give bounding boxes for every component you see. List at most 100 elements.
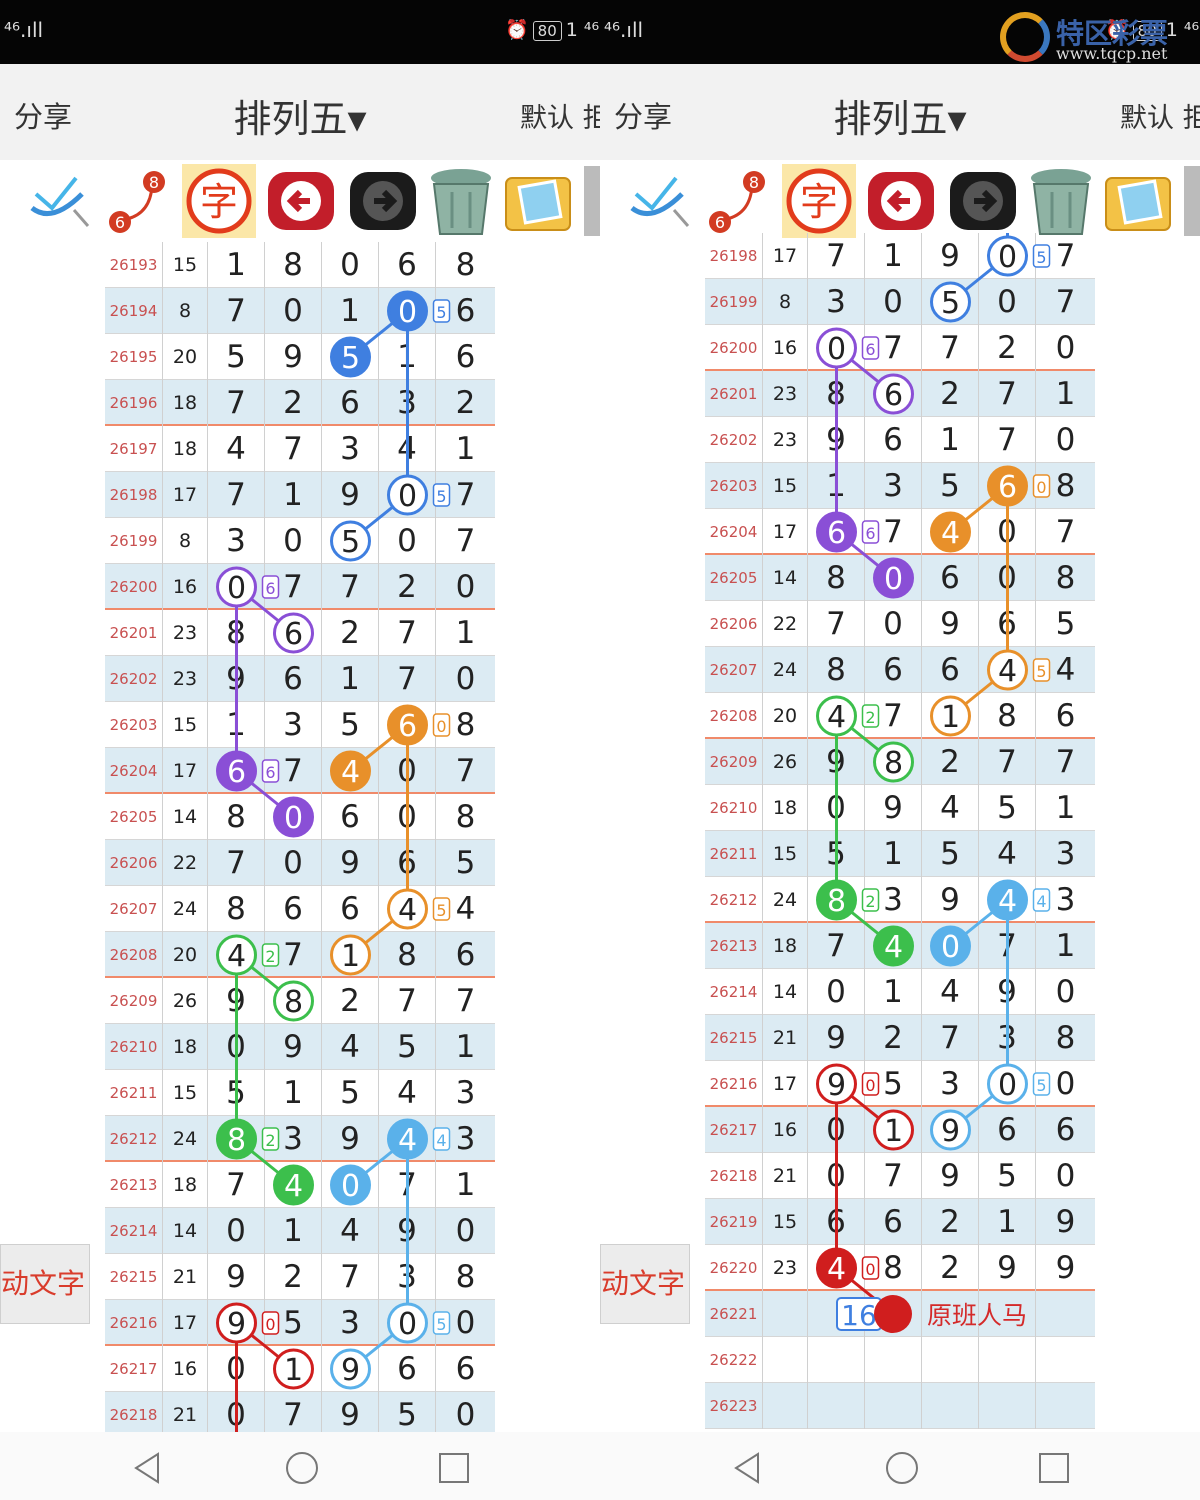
digit-cell[interactable]: 5 [379,1024,436,1070]
digit-cell[interactable]: 7 [265,932,322,978]
digit-cell[interactable]: 9 [322,1116,379,1162]
back-icon[interactable] [728,1448,768,1488]
digit-cell[interactable]: 1 [865,233,922,279]
digit-cell[interactable]: 4 [322,1208,379,1254]
digit-cell[interactable] [979,1383,1036,1429]
digit-cell[interactable]: 5 [208,334,265,380]
digit-cell[interactable]: 1 [265,472,322,518]
digit-cell[interactable]: 1 [379,334,436,380]
digit-cell[interactable]: 6 [379,242,436,288]
digit-cell[interactable]: 6 [808,1199,865,1245]
digit-cell[interactable]: 5 [979,1153,1036,1199]
digit-cell[interactable]: 4 [979,831,1036,877]
digit-cell[interactable]: 0 [208,1346,265,1392]
digit-cell[interactable] [265,1346,322,1392]
digit-cell[interactable]: 9 [922,877,979,923]
digit-cell[interactable] [208,1300,265,1346]
lottery-type-selector[interactable]: 排列五▾ [0,88,600,143]
trash-icon[interactable] [424,164,498,238]
image-icon[interactable] [500,164,574,238]
digit-cell[interactable]: 3 [208,518,265,564]
number-pick-icon[interactable]: 86 [100,164,174,238]
digit-cell[interactable] [808,509,865,555]
digit-cell[interactable]: 0 [322,242,379,288]
digit-cell[interactable]: 4 [208,426,265,472]
digit-cell[interactable]: 9 [922,1153,979,1199]
digit-cell[interactable]: 5 [922,463,979,509]
digit-cell[interactable]: 1 [436,1024,495,1070]
digit-cell[interactable] [379,1116,436,1162]
digit-cell[interactable]: 6 [436,1346,495,1392]
digit-cell[interactable]: 5 [322,1070,379,1116]
digit-cell[interactable]: 0 [808,1107,865,1153]
digit-cell[interactable]: 6 [865,647,922,693]
digit-cell[interactable]: 7 [865,509,922,555]
digit-cell[interactable] [865,555,922,601]
digit-cell[interactable]: 6 [865,417,922,463]
digit-cell[interactable]: 8 [1036,1015,1095,1061]
digit-cell[interactable]: 0 [808,785,865,831]
digit-cell[interactable] [979,1337,1036,1383]
digit-cell[interactable]: 6 [265,656,322,702]
digit-cell[interactable] [322,518,379,564]
digit-cell[interactable]: 6 [379,1346,436,1392]
digit-cell[interactable]: 1 [808,463,865,509]
digit-cell[interactable]: 0 [865,601,922,647]
digit-cell[interactable]: 8 [208,610,265,656]
digit-cell[interactable] [322,748,379,794]
digit-cell[interactable]: 9 [865,785,922,831]
digit-cell[interactable] [1036,1337,1095,1383]
digit-cell[interactable]: 0 [1036,325,1095,371]
digit-cell[interactable]: 2 [922,371,979,417]
lottery-type-selector[interactable]: 排列五▾ [600,88,1200,143]
home-icon[interactable] [282,1448,322,1488]
digit-cell[interactable]: 1 [922,417,979,463]
digit-cell[interactable]: 9 [808,1015,865,1061]
digit-cell[interactable] [808,325,865,371]
digit-cell[interactable]: 5 [979,785,1036,831]
digit-cell[interactable]: 9 [208,1254,265,1300]
digit-cell[interactable]: 1 [436,426,495,472]
digit-cell[interactable]: 5 [865,1061,922,1107]
digit-cell[interactable]: 1 [1036,785,1095,831]
digit-cell[interactable] [265,978,322,1024]
digit-cell[interactable] [922,279,979,325]
digit-cell[interactable]: 8 [808,371,865,417]
digit-cell[interactable]: 5 [322,702,379,748]
digit-cell[interactable]: 8 [1036,555,1095,601]
side-text-button[interactable]: 动文字 [600,1244,690,1324]
digit-cell[interactable]: 0 [436,1208,495,1254]
digit-cell[interactable]: 0 [208,1024,265,1070]
digit-cell[interactable]: 1 [265,1208,322,1254]
pen-check-icon[interactable] [18,164,92,238]
digit-cell[interactable] [379,886,436,932]
digit-cell[interactable] [808,693,865,739]
digit-cell[interactable]: 9 [322,1392,379,1432]
digit-cell[interactable]: 3 [865,877,922,923]
digit-cell[interactable]: 2 [922,1199,979,1245]
digit-cell[interactable]: 0 [1036,1153,1095,1199]
digit-cell[interactable]: 2 [922,739,979,785]
digit-cell[interactable]: 6 [265,886,322,932]
digit-cell[interactable]: 3 [922,1061,979,1107]
digit-cell[interactable]: 8 [208,886,265,932]
digit-cell[interactable] [208,932,265,978]
digit-cell[interactable]: 2 [922,1245,979,1291]
digit-cell[interactable]: 7 [1036,279,1095,325]
digit-cell[interactable] [808,877,865,923]
digit-cell[interactable]: 5 [922,831,979,877]
digit-cell[interactable]: 6 [979,1107,1036,1153]
default-sort-button[interactable]: 默认 拒 [520,96,600,135]
digit-cell[interactable] [922,1337,979,1383]
digit-cell[interactable]: 0 [265,288,322,334]
digit-cell[interactable]: 0 [379,794,436,840]
digit-cell[interactable]: 7 [322,564,379,610]
digit-cell[interactable]: 6 [322,380,379,426]
digit-cell[interactable]: 6 [922,555,979,601]
digit-cell[interactable] [322,932,379,978]
digit-cell[interactable]: 2 [379,564,436,610]
digit-cell[interactable]: 0 [265,840,322,886]
side-text-button[interactable]: 动文字 [0,1244,90,1324]
digit-cell[interactable]: 1 [208,702,265,748]
digit-cell[interactable] [265,610,322,656]
